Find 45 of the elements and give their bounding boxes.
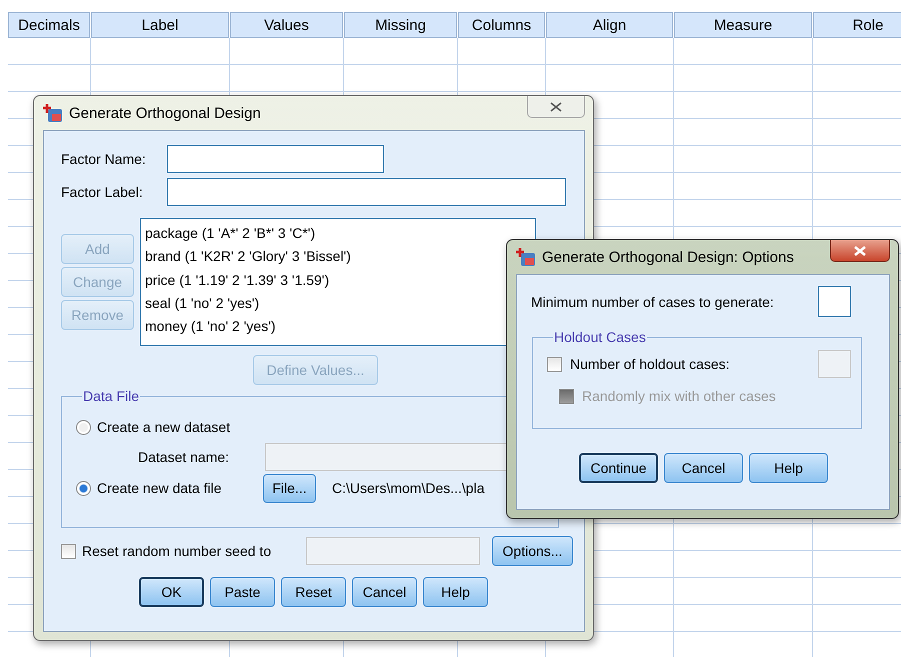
column-header[interactable]: Align [546,12,673,38]
checkbox-label: Number of holdout cases: [570,356,731,372]
dialog-button[interactable]: Continue [579,453,658,483]
window-title: Generate Orthogonal Design: Options [542,248,795,266]
file-button[interactable]: File... [263,474,316,502]
group-title: Holdout Cases [553,329,647,345]
checkbox-label: Randomly mix with other cases [582,388,776,404]
option-label: Create a new dataset [97,419,232,435]
column-header[interactable]: Columns [458,12,545,38]
close-button[interactable] [527,96,585,118]
dialog-button[interactable]: Reset [281,577,346,607]
min-cases-field[interactable] [818,286,851,317]
options-button[interactable]: Options... [492,536,573,566]
field-label: Dataset name: [138,449,230,465]
dialog-button[interactable]: Paste [210,577,275,607]
close-icon [550,102,562,112]
radio-button[interactable] [76,420,91,434]
app-icon [43,103,63,123]
dialog-button[interactable]: Cancel [352,577,417,607]
close-button[interactable] [830,240,890,262]
checkbox[interactable] [61,544,76,558]
group-title: Data File [82,388,140,404]
column-header[interactable]: Role [813,12,901,38]
checkbox-label: Reset random number seed to [82,543,272,559]
factor-item[interactable]: package (1 'A*' 2 'B*' 3 'C*') [145,222,531,246]
field-label: Factor Label: [61,184,144,200]
app-icon [516,247,536,267]
checkbox[interactable] [547,356,562,372]
field-label: Factor Name: [61,151,147,167]
dialog-button[interactable]: Cancel [664,453,743,483]
close-icon [854,246,866,256]
window-title: Generate Orthogonal Design [69,104,262,122]
column-header[interactable]: Measure [674,12,812,38]
dialog-button[interactable]: OK [139,577,204,607]
dialog-button[interactable]: Help [749,453,828,483]
dialog-button[interactable]: Help [423,577,488,607]
radio-button[interactable] [76,480,91,496]
column-header[interactable]: Values [230,12,343,38]
column-header[interactable]: Missing [344,12,457,38]
file-path: C:\Users\mom\Des...\pla [332,480,484,496]
option-label: Create new data file [97,480,223,496]
text-field[interactable] [167,178,566,206]
column-header[interactable]: Label [91,12,229,38]
text-field[interactable] [167,145,384,173]
column-header[interactable]: Decimals [8,12,90,38]
